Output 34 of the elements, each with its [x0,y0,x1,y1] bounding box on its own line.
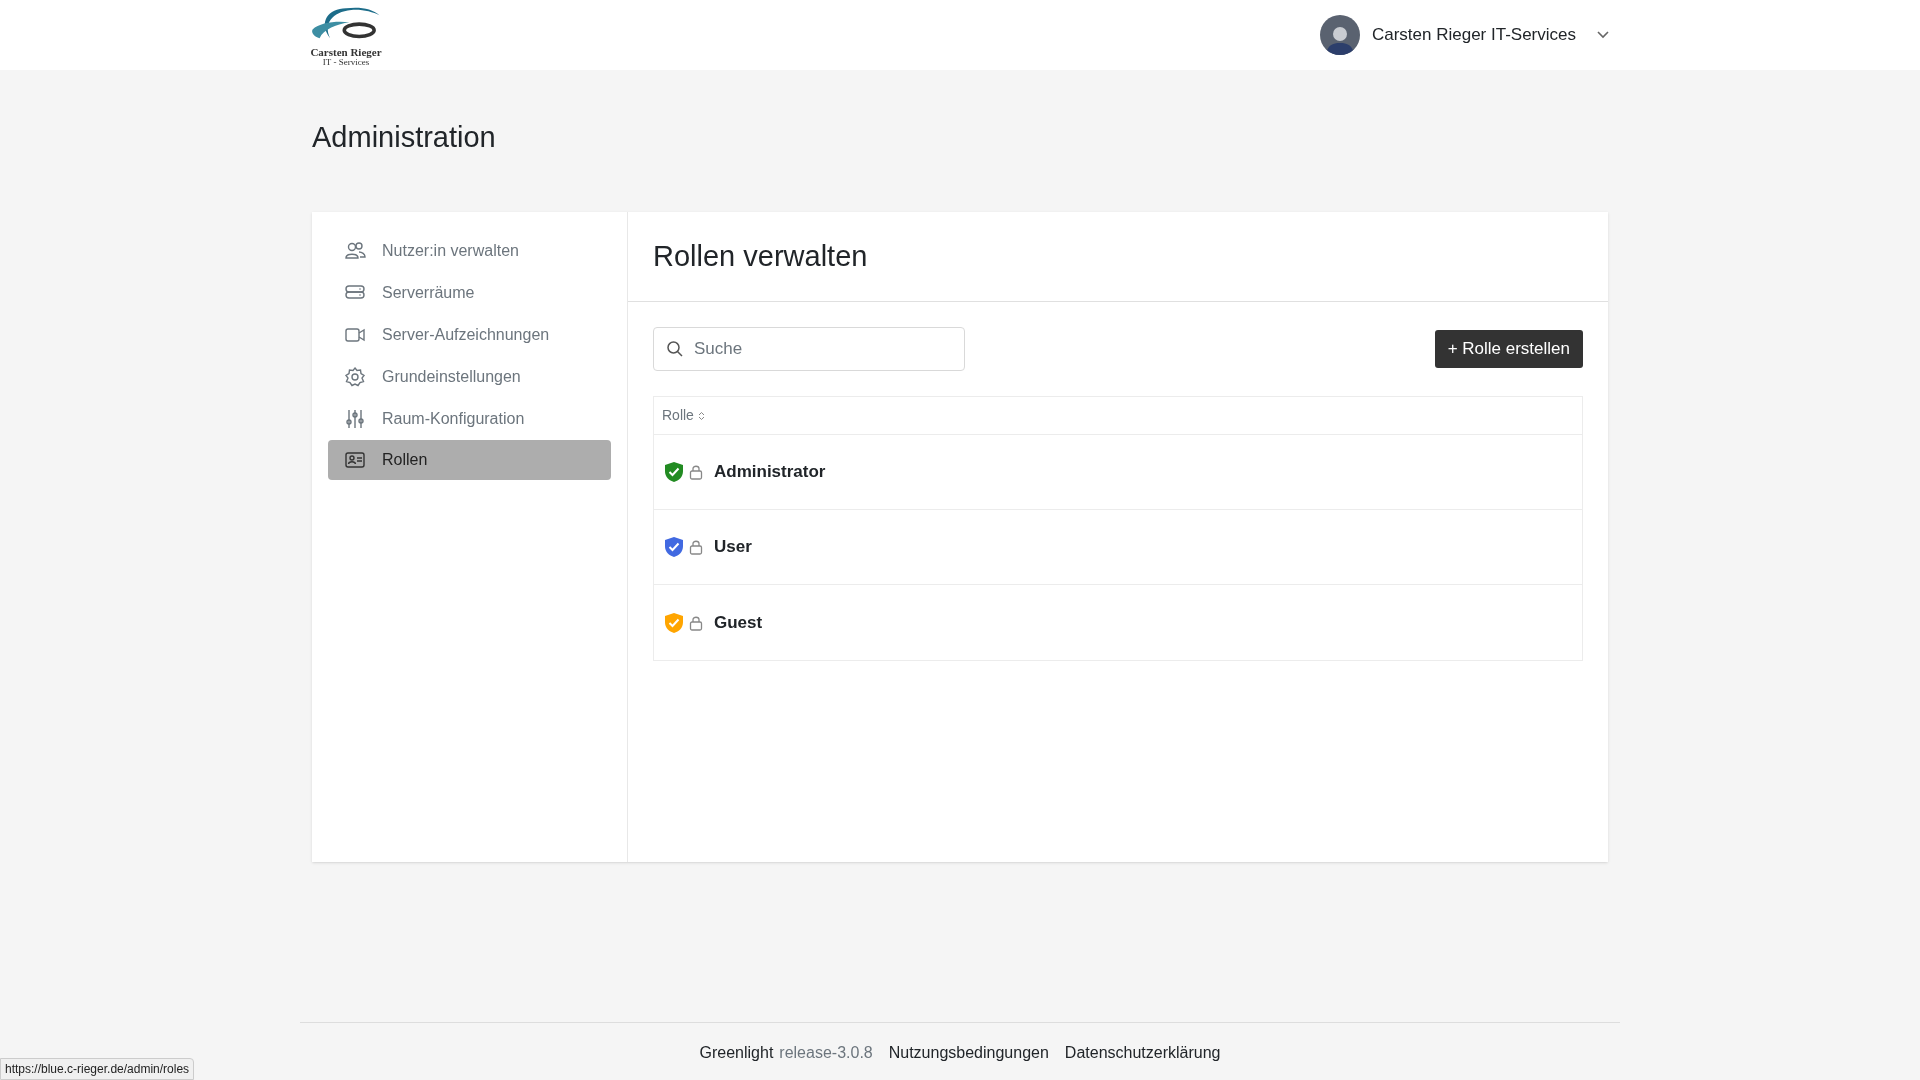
role-name[interactable]: Guest [714,609,763,636]
settings-icon [344,365,366,388]
footer-link[interactable]: Datenschutzerklärung [1064,1041,1221,1065]
company-logo[interactable]: Carsten Rieger IT - Services [306,3,386,67]
page-title: Administration [312,120,497,155]
sidebar-item[interactable]: Raum-Konfiguration [328,398,611,439]
role-name[interactable]: User [714,534,752,560]
footer-link[interactable]: Nutzungsbedingungen [888,1041,1049,1065]
app-name: Greenlight [699,1043,774,1063]
section-title: Rollen verwalten [653,238,868,274]
sidebar-item[interactable]: Nutzer:in verwalten [328,230,611,271]
version-text: release-3.0.8 [779,1043,873,1063]
sidebar-item[interactable]: Grundeinstellungen [328,356,611,397]
logo-text: Carsten Rieger [310,47,382,58]
logo-subtext: IT - Services [322,58,370,67]
users-icon [344,239,366,262]
create-role-button[interactable]: + Rolle erstellen [1434,330,1583,368]
sidebar-item[interactable]: Rollen [328,440,611,480]
chevron-down-icon[interactable] [1596,30,1610,40]
status-bar-url: https://blue.c-rieger.de/admin/roles [0,1058,195,1080]
lock-icon [689,539,703,555]
sidebar-item[interactable]: Serverräume [328,272,611,313]
id-card-icon [344,449,366,471]
sliders-icon [344,407,366,430]
lock-icon [689,464,703,480]
account-name[interactable]: Carsten Rieger IT-Services [1371,22,1576,48]
search-field[interactable]: Suche [653,327,965,371]
lock-icon [689,614,703,631]
sort-icon [697,410,705,421]
search-icon [666,340,684,358]
column-header[interactable]: Rolle [662,405,705,426]
avatar[interactable] [1319,15,1360,55]
role-name[interactable]: Administrator [714,459,826,485]
sidebar-item[interactable]: Server-Aufzeichnungen [328,314,611,355]
